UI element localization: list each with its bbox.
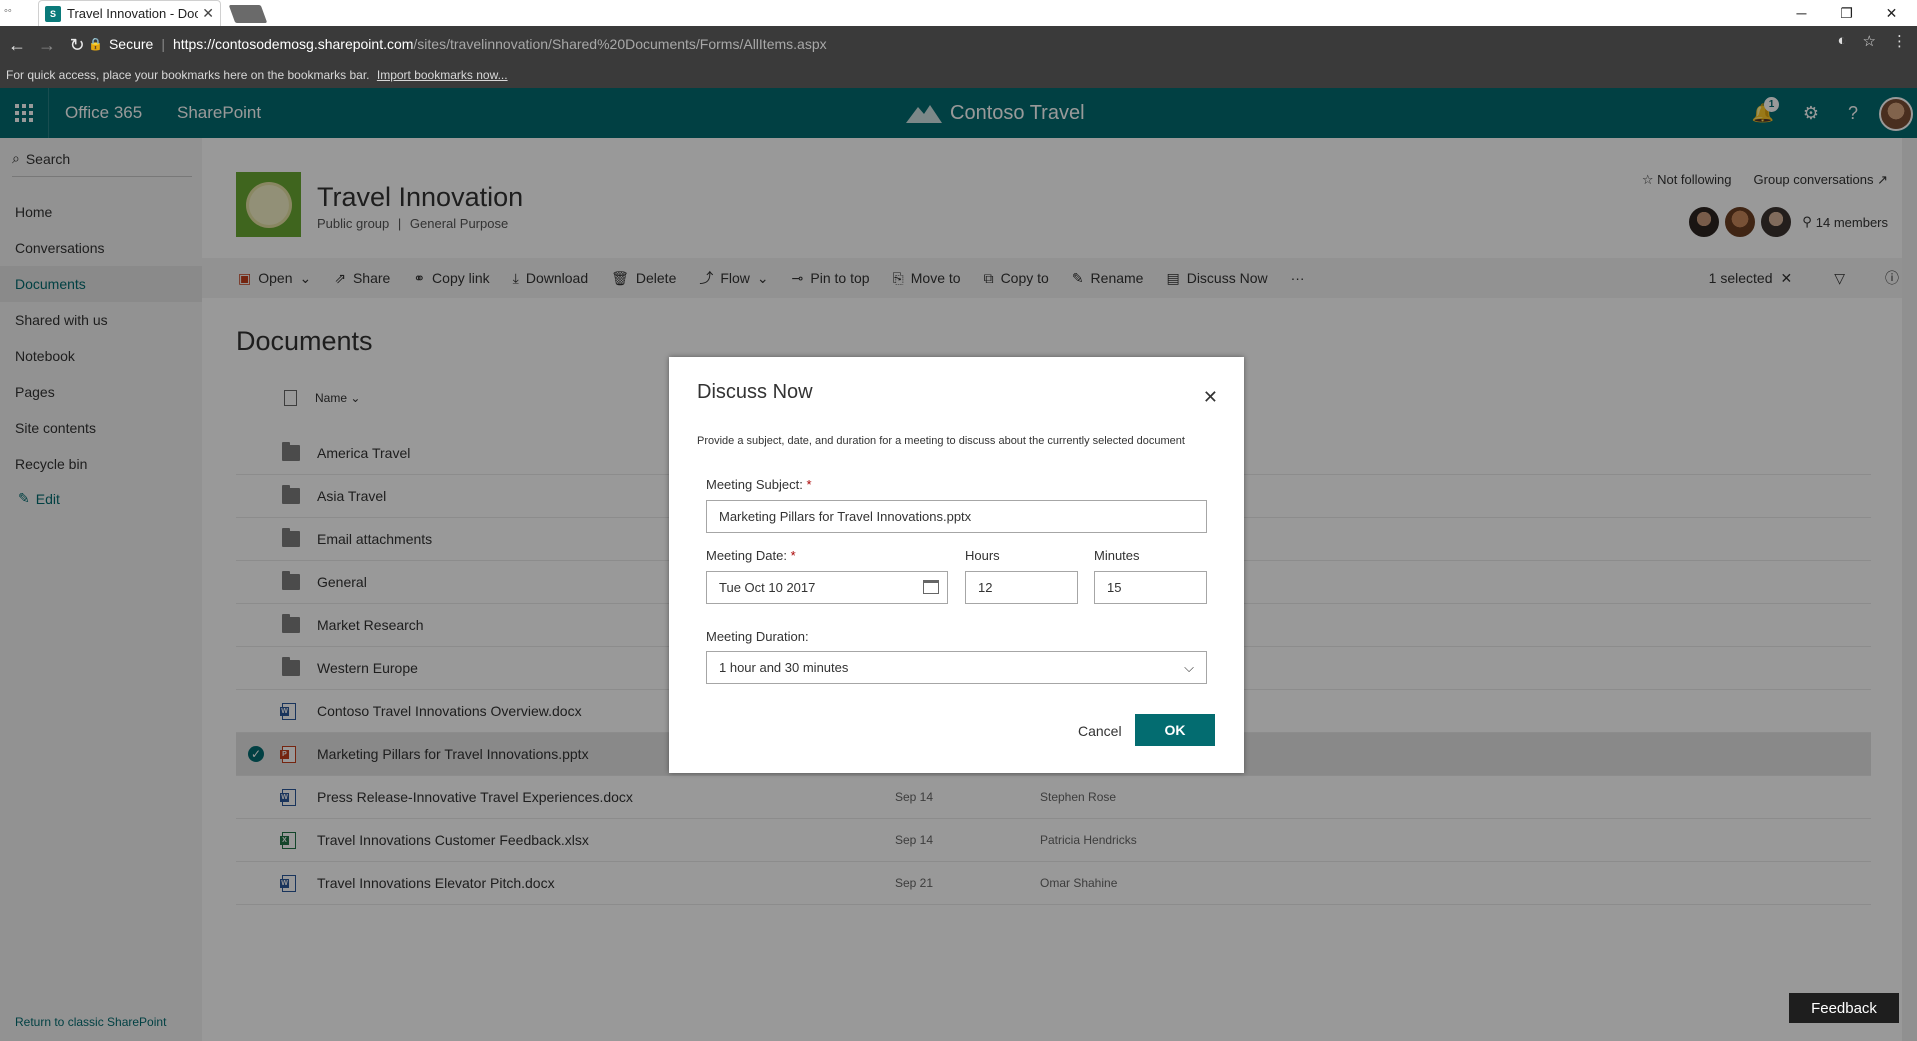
dialog-description: Provide a subject, date, and duration fo…: [697, 435, 1185, 447]
minutes-value: 15: [1107, 580, 1122, 595]
hours-label: Hours: [965, 548, 1000, 563]
subject-label: Meeting Subject: *: [706, 477, 812, 492]
restore-icon[interactable]: ❐: [1824, 0, 1869, 26]
cancel-button[interactable]: Cancel: [1078, 723, 1122, 739]
minutes-input[interactable]: 15: [1094, 571, 1207, 604]
dialog-title: Discuss Now: [697, 381, 813, 403]
minimize-icon[interactable]: ─: [1779, 0, 1824, 26]
browser-actions: ◐ ☆ ⋮: [1837, 32, 1907, 50]
bookmarks-hint: For quick access, place your bookmarks h…: [6, 68, 370, 82]
duration-label: Meeting Duration:: [706, 629, 809, 644]
discuss-now-dialog: Discuss Now ✕ Provide a subject, date, a…: [669, 357, 1244, 773]
hours-value: 12: [978, 580, 993, 595]
subject-label-text: Meeting Subject:: [706, 477, 803, 492]
url-host: https://contosodemosg.sharepoint.com: [172, 36, 414, 52]
date-label: Meeting Date: *: [706, 548, 796, 563]
address-bar[interactable]: 🔒 Secure | https://contosodemosg.sharepo…: [88, 32, 1888, 56]
hours-input[interactable]: 12: [965, 571, 1078, 604]
meeting-date-picker[interactable]: Tue Oct 10 2017: [706, 571, 948, 604]
meeting-subject-input[interactable]: Marketing Pillars for Travel Innovations…: [706, 500, 1207, 533]
duration-value: 1 hour and 30 minutes: [719, 660, 849, 675]
browser-tab[interactable]: S Travel Innovation - Docu ✕: [38, 0, 221, 26]
chevron-down-icon: ⌵: [1184, 660, 1194, 675]
extension-icon[interactable]: ◐: [1837, 32, 1846, 50]
url-path: /sites/travelinnovation/Shared%20Documen…: [413, 36, 827, 52]
bookmark-star-icon[interactable]: ☆: [1863, 32, 1876, 50]
lock-icon: 🔒: [88, 37, 103, 51]
date-label-text: Meeting Date:: [706, 548, 787, 563]
incognito-icon: ◦◦: [4, 5, 12, 17]
window-close-icon[interactable]: ✕: [1869, 0, 1914, 26]
ok-button[interactable]: OK: [1135, 714, 1215, 746]
minutes-label: Minutes: [1094, 548, 1140, 563]
browser-menu-icon[interactable]: ⋮: [1892, 32, 1907, 50]
tab-title: Travel Innovation - Docu: [67, 6, 199, 21]
feedback-button[interactable]: Feedback: [1789, 993, 1899, 1023]
sharepoint-favicon-icon: S: [45, 5, 61, 22]
subject-value: Marketing Pillars for Travel Innovations…: [719, 509, 972, 524]
required-mark: *: [790, 548, 796, 563]
back-icon[interactable]: ←: [4, 32, 30, 58]
reload-icon[interactable]: ↻: [64, 32, 90, 58]
forward-icon[interactable]: →: [34, 32, 60, 58]
date-value: Tue Oct 10 2017: [719, 580, 816, 595]
required-mark: *: [806, 477, 812, 492]
tab-close-icon[interactable]: ✕: [202, 5, 214, 22]
calendar-icon[interactable]: [923, 580, 939, 594]
meeting-duration-dropdown[interactable]: 1 hour and 30 minutes ⌵: [706, 651, 1207, 684]
secure-label: Secure: [108, 36, 154, 52]
bookmarks-bar: For quick access, place your bookmarks h…: [0, 64, 1917, 88]
import-bookmarks-link[interactable]: Import bookmarks now...: [377, 68, 508, 82]
dialog-close-icon[interactable]: ✕: [1203, 387, 1218, 408]
new-tab-button[interactable]: [228, 5, 268, 23]
url-separator: |: [161, 36, 165, 52]
browser-tabbar: ◦◦ S Travel Innovation - Docu ✕ ─ ❐ ✕: [0, 0, 1917, 26]
